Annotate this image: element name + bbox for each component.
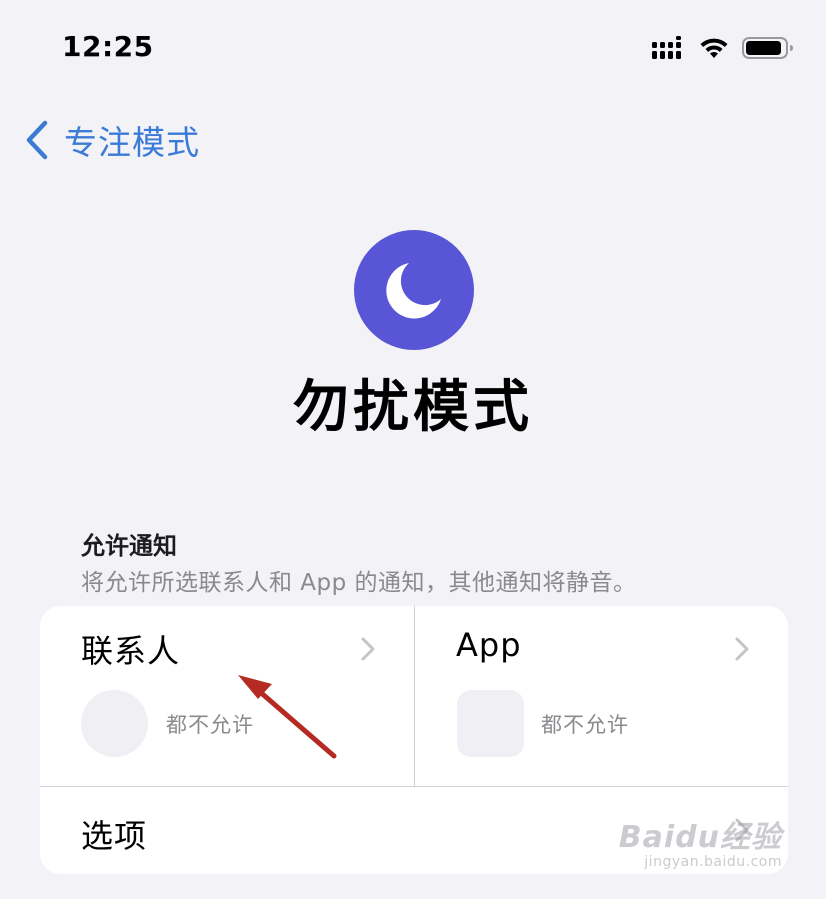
chevron-right-icon (361, 637, 375, 661)
contacts-cell[interactable]: 联系人 都不允许 (40, 606, 414, 786)
watermark-main: Baidu经验 (618, 820, 782, 855)
back-button[interactable]: 专注模式 (24, 116, 200, 164)
status-time: 12:25 (62, 30, 154, 63)
status-icons (652, 36, 794, 60)
back-button-label: 专注模式 (64, 123, 200, 162)
options-label: 选项 (81, 817, 148, 855)
apps-cell[interactable]: App 都不允许 (415, 606, 788, 786)
contact-avatar-placeholder (81, 690, 148, 757)
watermark-logo: Baidu经验 jingyan.baidu.com (619, 812, 782, 870)
watermark-sub: jingyan.baidu.com (644, 854, 782, 870)
contacts-status: 都不允许 (166, 713, 254, 737)
chevron-left-icon (26, 120, 48, 160)
battery-icon (742, 37, 793, 59)
section-header: 允许通知 (81, 532, 177, 560)
moon-icon-circle (354, 230, 474, 350)
page-title: 勿扰模式 (293, 375, 533, 440)
chevron-right-icon (735, 637, 749, 661)
status-bar: 12:25 (0, 0, 826, 100)
moon-icon (386, 263, 441, 319)
cellular-signal-icon (652, 36, 681, 59)
app-icon-placeholder (457, 690, 524, 757)
apps-title: App (456, 626, 522, 664)
wifi-icon (700, 38, 728, 58)
apps-status: 都不允许 (541, 713, 629, 737)
section-description: 将允许所选联系人和 App 的通知，其他通知将静音。 (81, 570, 637, 596)
contacts-title: 联系人 (81, 632, 181, 670)
